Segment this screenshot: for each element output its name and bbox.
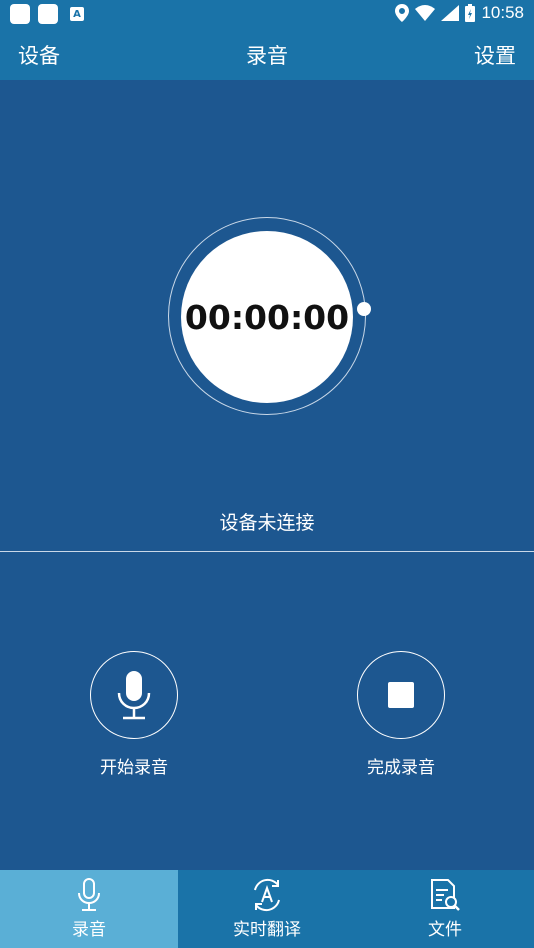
finish-recording-control: 完成录音 — [326, 651, 476, 778]
system-icons: 10:58 — [395, 3, 524, 23]
divider — [0, 551, 534, 552]
tab-realtime-translation[interactable]: 实时翻译 — [178, 870, 356, 948]
start-recording-control: 开始录音 — [59, 651, 209, 778]
bottom-tab-bar: 录音 实时翻译 文件 — [0, 870, 534, 948]
location-icon — [395, 4, 410, 22]
finish-recording-label: 完成录音 — [367, 758, 435, 778]
finish-recording-button[interactable] — [357, 651, 445, 739]
file-search-icon — [431, 879, 460, 911]
signal-icon — [441, 5, 460, 21]
tab-realtime-translation-label: 实时翻译 — [233, 920, 301, 940]
tab-recording[interactable]: 录音 — [0, 870, 178, 948]
settings-button[interactable]: 设置 — [474, 40, 516, 70]
device-status-text: 设备未连接 — [219, 512, 315, 534]
tab-recording-label: 录音 — [72, 920, 106, 940]
tab-files[interactable]: 文件 — [356, 870, 534, 948]
timer-face: 00:00:00 — [181, 231, 353, 403]
stop-icon — [388, 682, 414, 708]
notification-icons: A — [10, 4, 84, 24]
notification-app-icon — [10, 4, 30, 24]
notification-app-icon — [38, 4, 58, 24]
start-recording-label: 开始录音 — [100, 758, 168, 778]
recording-timer-dial: 00:00:00 — [168, 217, 371, 415]
progress-knob — [357, 302, 371, 316]
page-title: 录音 — [246, 44, 288, 68]
start-recording-button[interactable] — [90, 651, 178, 739]
timer-value: 00:00:00 — [184, 297, 350, 337]
app-bar: 设备 录音 设置 — [0, 28, 534, 80]
tab-files-label: 文件 — [428, 920, 462, 940]
translate-icon — [254, 878, 280, 912]
microphone-icon — [117, 671, 151, 720]
wifi-icon — [415, 5, 436, 21]
notification-a-icon: A — [70, 7, 84, 21]
clock: 10:58 — [481, 3, 524, 22]
microphone-icon — [78, 878, 100, 911]
battery-icon — [465, 4, 476, 22]
status-bar: A 10:58 — [0, 0, 534, 28]
